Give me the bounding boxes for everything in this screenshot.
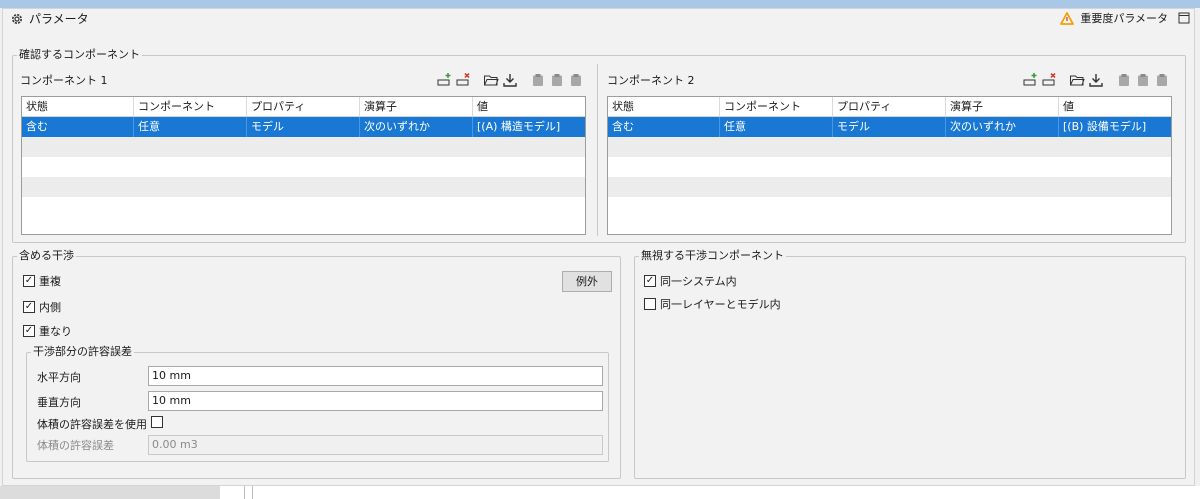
empty-row[interactable] [22, 137, 585, 157]
open-folder-icon[interactable] [1069, 72, 1085, 88]
checkmark-icon: ✓ [23, 325, 35, 337]
warning-triangle-icon[interactable] [1060, 11, 1075, 25]
download-icon[interactable] [1088, 72, 1104, 88]
table-row[interactable]: 含む 任意 モデル 次のいずれか [(A) 構造モデル] [22, 117, 585, 137]
table-cell: [(A) 構造モデル] [477, 120, 561, 133]
table-cell: 次のいずれか [360, 117, 473, 137]
vertical-tolerance-input[interactable]: 10 mm [148, 391, 603, 411]
empty-row[interactable] [608, 137, 1171, 157]
panel-title: パラメータ [29, 12, 89, 26]
window-restore-icon[interactable] [1178, 12, 1190, 24]
column-header[interactable]: 状態 [22, 97, 134, 116]
gear-icon [10, 12, 24, 26]
checkbox-box [644, 298, 656, 310]
table-cell: 含む [608, 117, 720, 137]
empty-row[interactable] [22, 177, 585, 197]
bottom-strip [0, 486, 1200, 499]
component-2-grid: 状態 コンポーネント プロパティ 演算子 値 含む 任意 モデル 次のいずれか … [607, 96, 1172, 235]
table-cell: 含む [22, 117, 134, 137]
empty-row[interactable] [608, 157, 1171, 177]
empty-row[interactable] [608, 177, 1171, 197]
open-folder-icon[interactable] [483, 72, 499, 88]
table-cell: 次のいずれか [946, 117, 1059, 137]
bottom-segment [0, 486, 220, 499]
component-1-toolbar [436, 72, 584, 88]
download-icon[interactable] [502, 72, 518, 88]
horizontal-label: 水平方向 [37, 371, 81, 384]
clipboard-icon[interactable] [1116, 72, 1132, 88]
same-layer-model-checkbox[interactable]: 同一レイヤーとモデル内 [644, 296, 781, 312]
duplicate-label: 重複 [39, 275, 61, 288]
grid-header: 状態 コンポーネント プロパティ 演算子 値 [608, 97, 1171, 117]
header-right: 重要度パラメータ [1060, 10, 1190, 26]
priority-parameters-link[interactable]: 重要度パラメータ [1080, 10, 1168, 26]
column-header[interactable]: プロパティ [247, 97, 360, 116]
clipboard-icon[interactable] [1154, 72, 1170, 88]
volume-tolerance-input[interactable]: 0.00 m3 [148, 435, 603, 455]
volume-tolerance-label: 体積の許容誤差 [37, 439, 114, 452]
clipboard-icon[interactable] [1135, 72, 1151, 88]
empty-row[interactable] [608, 197, 1171, 217]
overlap-label: 重なり [39, 325, 72, 338]
column-header[interactable]: 値 [1059, 97, 1171, 116]
clipboard-icon[interactable] [568, 72, 584, 88]
same-system-checkbox[interactable]: ✓ 同一システム内 [644, 273, 737, 289]
overlap-checkbox[interactable]: ✓ 重なり [23, 323, 72, 339]
components-legend: 確認するコンポーネント [19, 48, 140, 61]
same-system-label: 同一システム内 [660, 275, 737, 288]
ignore-components-legend: 無視する干渉コンポーネント [641, 249, 784, 262]
component-2-toolbar [1022, 72, 1170, 88]
component-2-label: コンポーネント 2 [607, 74, 695, 87]
column-header[interactable]: 演算子 [946, 97, 1059, 116]
tolerance-legend: 干渉部分の許容誤差 [33, 345, 132, 358]
exception-button[interactable]: 例外 [562, 271, 612, 292]
include-interference-legend: 含める干渉 [19, 249, 74, 262]
component-1-grid: 状態 コンポーネント プロパティ 演算子 値 含む 任意 モデル 次のいずれか … [21, 96, 586, 235]
delete-row-icon[interactable] [455, 72, 471, 88]
bottom-divider [244, 486, 245, 499]
clipboard-icon[interactable] [530, 72, 546, 88]
delete-row-icon[interactable] [1041, 72, 1057, 88]
add-row-icon[interactable] [436, 72, 452, 88]
component-1-label: コンポーネント 1 [20, 74, 108, 87]
column-header[interactable]: コンポーネント [720, 97, 833, 116]
add-row-icon[interactable] [1022, 72, 1038, 88]
empty-row[interactable] [22, 197, 585, 217]
duplicate-checkbox[interactable]: ✓ 重複 [23, 273, 61, 289]
column-header[interactable]: 値 [473, 97, 585, 116]
top-window-strip [0, 0, 1200, 8]
component-divider [597, 64, 598, 236]
inside-label: 内側 [39, 301, 61, 314]
column-header[interactable]: コンポーネント [134, 97, 247, 116]
checkmark-icon: ✓ [23, 301, 35, 313]
inside-checkbox[interactable]: ✓ 内側 [23, 299, 61, 315]
table-cell: 任意 [134, 117, 247, 137]
column-header[interactable]: 状態 [608, 97, 720, 116]
use-volume-tolerance-checkbox[interactable] [151, 416, 163, 428]
horizontal-tolerance-input[interactable]: 10 mm [148, 366, 603, 386]
column-header[interactable]: プロパティ [833, 97, 946, 116]
column-header[interactable]: 演算子 [360, 97, 473, 116]
vertical-label: 垂直方向 [37, 396, 81, 409]
table-cell: [(B) 設備モデル] [1063, 120, 1147, 133]
clipboard-icon[interactable] [549, 72, 565, 88]
checkmark-icon: ✓ [23, 275, 35, 287]
table-cell: 任意 [720, 117, 833, 137]
same-layer-model-label: 同一レイヤーとモデル内 [660, 298, 781, 311]
grid-header: 状態 コンポーネント プロパティ 演算子 値 [22, 97, 585, 117]
bottom-divider [252, 486, 253, 499]
table-cell: モデル [833, 117, 946, 137]
table-cell: モデル [247, 117, 360, 137]
use-volume-tolerance-label: 体積の許容誤差を使用 [37, 418, 147, 431]
panel-header: パラメータ [10, 10, 89, 27]
table-row[interactable]: 含む 任意 モデル 次のいずれか [(B) 設備モデル] [608, 117, 1171, 137]
empty-row[interactable] [22, 157, 585, 177]
checkmark-icon: ✓ [644, 275, 656, 287]
